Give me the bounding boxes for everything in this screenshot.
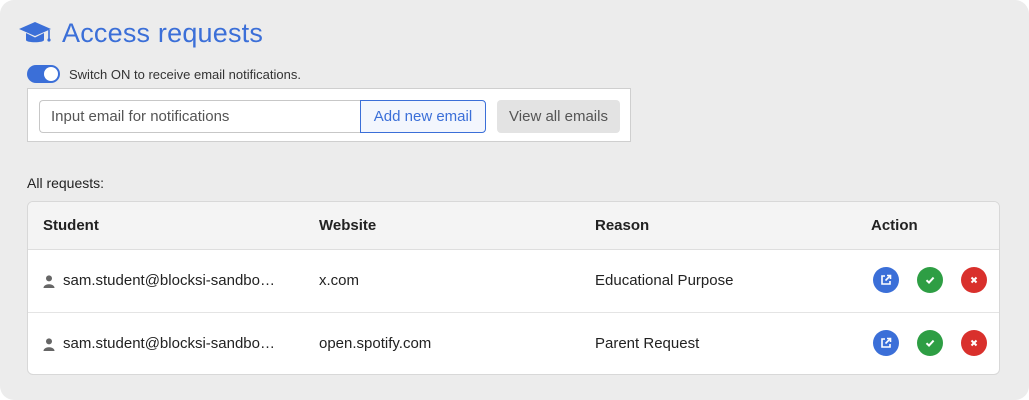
table-row: sam.student@blocksi-sandbo… open.spotify… — [28, 313, 999, 374]
check-icon — [925, 339, 935, 348]
column-header-website: Website — [319, 217, 377, 234]
access-requests-panel: Access requests Switch ON to receive ema… — [0, 0, 1029, 400]
toggle-knob — [44, 67, 58, 81]
approve-button[interactable] — [917, 330, 943, 356]
requests-table: Student Website Reason Action sam.studen… — [27, 201, 1000, 375]
email-notification-toggle[interactable] — [27, 65, 60, 83]
view-all-emails-button[interactable]: View all emails — [497, 100, 620, 133]
reason-cell: Educational Purpose — [595, 272, 734, 289]
toggle-label: Switch ON to receive email notifications… — [69, 66, 301, 82]
student-email: sam.student@blocksi-sandbo… — [63, 272, 275, 289]
table-header: Student Website Reason Action — [28, 202, 999, 250]
graduation-cap-icon — [19, 21, 51, 42]
deny-button[interactable] — [961, 267, 987, 293]
column-header-action: Action — [871, 217, 918, 234]
website-cell: open.spotify.com — [319, 335, 432, 352]
add-email-button[interactable]: Add new email — [360, 100, 486, 133]
reason-cell: Parent Request — [595, 335, 700, 352]
deny-button[interactable] — [961, 330, 987, 356]
student-cell: sam.student@blocksi-sandbo… — [43, 313, 275, 374]
notification-toggle-row: Switch ON to receive email notifications… — [27, 65, 301, 83]
table-row: sam.student@blocksi-sandbo… x.com Educat… — [28, 250, 999, 313]
page-title: Access requests — [62, 18, 264, 48]
approve-button[interactable] — [917, 267, 943, 293]
email-form: Add new email View all emails — [27, 88, 631, 142]
row-actions — [873, 267, 987, 293]
student-email: sam.student@blocksi-sandbo… — [63, 335, 275, 352]
column-header-reason: Reason — [595, 217, 650, 234]
close-icon — [970, 276, 978, 284]
row-actions — [873, 330, 987, 356]
student-cell: sam.student@blocksi-sandbo… — [43, 250, 275, 312]
page-header: Access requests — [18, 18, 263, 49]
external-link-icon — [881, 337, 892, 348]
section-label: All requests: — [27, 175, 105, 191]
close-icon — [970, 339, 978, 347]
user-icon — [43, 274, 55, 288]
open-request-button[interactable] — [873, 330, 899, 356]
open-request-button[interactable] — [873, 267, 899, 293]
external-link-icon — [881, 274, 892, 285]
user-icon — [43, 337, 55, 351]
check-icon — [925, 276, 935, 285]
website-cell: x.com — [319, 272, 360, 289]
column-header-student: Student — [43, 217, 99, 234]
email-input[interactable] — [39, 100, 360, 133]
